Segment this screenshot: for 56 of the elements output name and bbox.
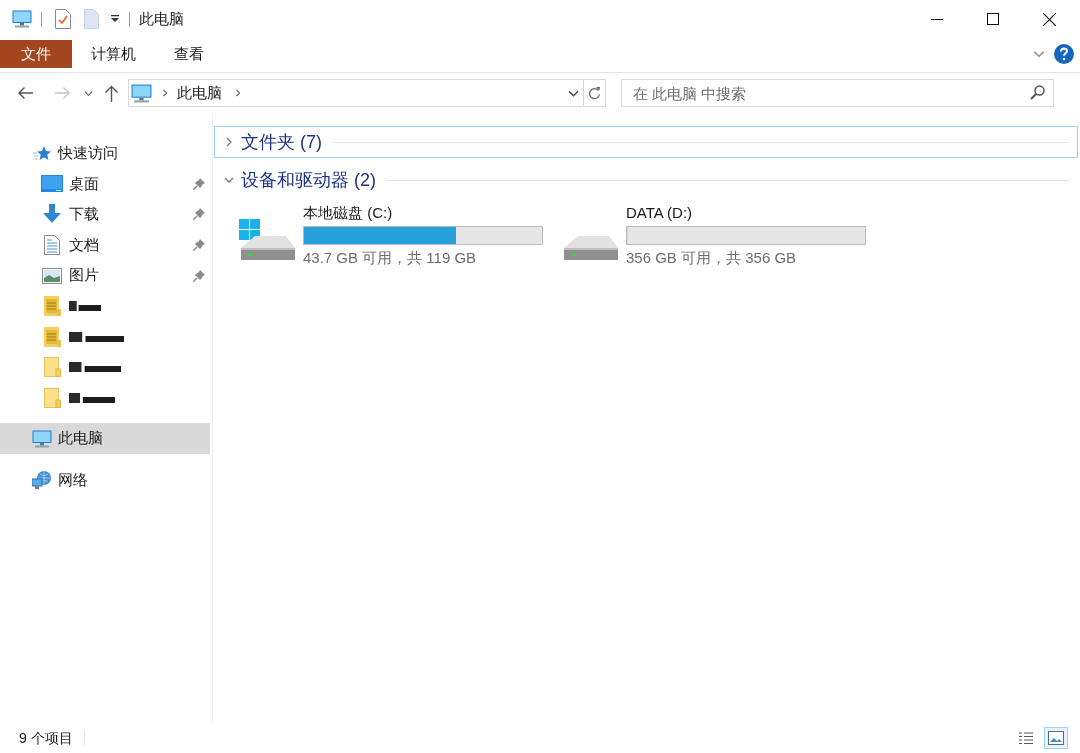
customize-dropdown-icon[interactable] bbox=[110, 15, 120, 23]
drive-space-text: 43.7 GB 可用，共 119 GB bbox=[303, 249, 478, 267]
address-bar[interactable]: 此电脑 bbox=[128, 79, 606, 107]
picture-icon bbox=[42, 267, 62, 284]
view-button[interactable] bbox=[1044, 727, 1068, 749]
up-arrow-icon bbox=[103, 84, 119, 102]
nav-item[interactable]: 文档 bbox=[0, 229, 210, 261]
search-field[interactable]: 在 此电脑 中搜索 bbox=[621, 79, 1054, 107]
nav-item[interactable]: 此电脑 bbox=[0, 423, 210, 454]
folder-icon bbox=[43, 388, 61, 409]
drive-name: DATA (D:) bbox=[626, 204, 694, 222]
ribbon-tab[interactable]: 计算机 bbox=[72, 40, 155, 68]
computer-icon bbox=[12, 10, 32, 28]
breadcrumb-chevron-icon bbox=[161, 89, 169, 97]
nav-item[interactable]: 桌面 bbox=[0, 168, 210, 200]
star-icon bbox=[33, 144, 51, 162]
details-view-icon bbox=[1019, 732, 1033, 744]
desktop-icon bbox=[41, 175, 63, 193]
file-tab[interactable]: 文件 bbox=[0, 40, 72, 68]
chevron-right-icon bbox=[224, 137, 234, 147]
folder-icon bbox=[43, 296, 61, 317]
nav-item[interactable]: 快速访问 bbox=[0, 138, 210, 169]
ribbon-tab[interactable]: 查看 bbox=[155, 40, 223, 68]
large-icons-view-icon bbox=[1048, 731, 1064, 745]
nav-item[interactable]: 下载 bbox=[0, 199, 210, 230]
document-icon bbox=[44, 235, 60, 256]
search-icon bbox=[1030, 85, 1045, 100]
close-icon bbox=[1042, 12, 1056, 26]
item-count: 9 个项目 bbox=[19, 728, 73, 748]
network-icon bbox=[32, 470, 52, 490]
chevron-down-icon bbox=[83, 88, 93, 98]
forward-arrow-icon bbox=[55, 86, 71, 100]
back-arrow-icon bbox=[17, 86, 33, 100]
help-icon bbox=[1054, 44, 1074, 64]
window-title: 此电脑 bbox=[139, 8, 184, 29]
folder-icon bbox=[43, 326, 61, 347]
drive-name: 本地磁盘 (C:) bbox=[303, 204, 394, 222]
computer-icon bbox=[131, 83, 152, 103]
chevron-down-icon bbox=[224, 175, 234, 185]
minimize-icon bbox=[931, 18, 943, 20]
hard-drive-icon bbox=[561, 236, 619, 260]
group-header[interactable]: 文件夹 (7) bbox=[214, 126, 1078, 158]
properties-icon[interactable] bbox=[55, 9, 71, 29]
computer-icon bbox=[32, 429, 52, 448]
drive-space-text: 356 GB 可用，共 356 GB bbox=[626, 249, 798, 267]
maximize-icon bbox=[987, 13, 999, 25]
group-header[interactable]: 设备和驱动器 (2) bbox=[214, 164, 1078, 196]
chevron-down-icon bbox=[1033, 48, 1045, 60]
download-arrow-icon bbox=[42, 204, 62, 225]
hard-drive-icon bbox=[238, 219, 296, 260]
breadcrumb-chevron-icon bbox=[234, 89, 242, 97]
nav-item[interactable]: 网络 bbox=[0, 464, 210, 496]
folder-icon bbox=[43, 357, 61, 378]
nav-item[interactable]: 图片 bbox=[0, 260, 210, 291]
refresh-icon bbox=[588, 86, 601, 100]
breadcrumb-item[interactable]: 此电脑 bbox=[177, 81, 222, 105]
